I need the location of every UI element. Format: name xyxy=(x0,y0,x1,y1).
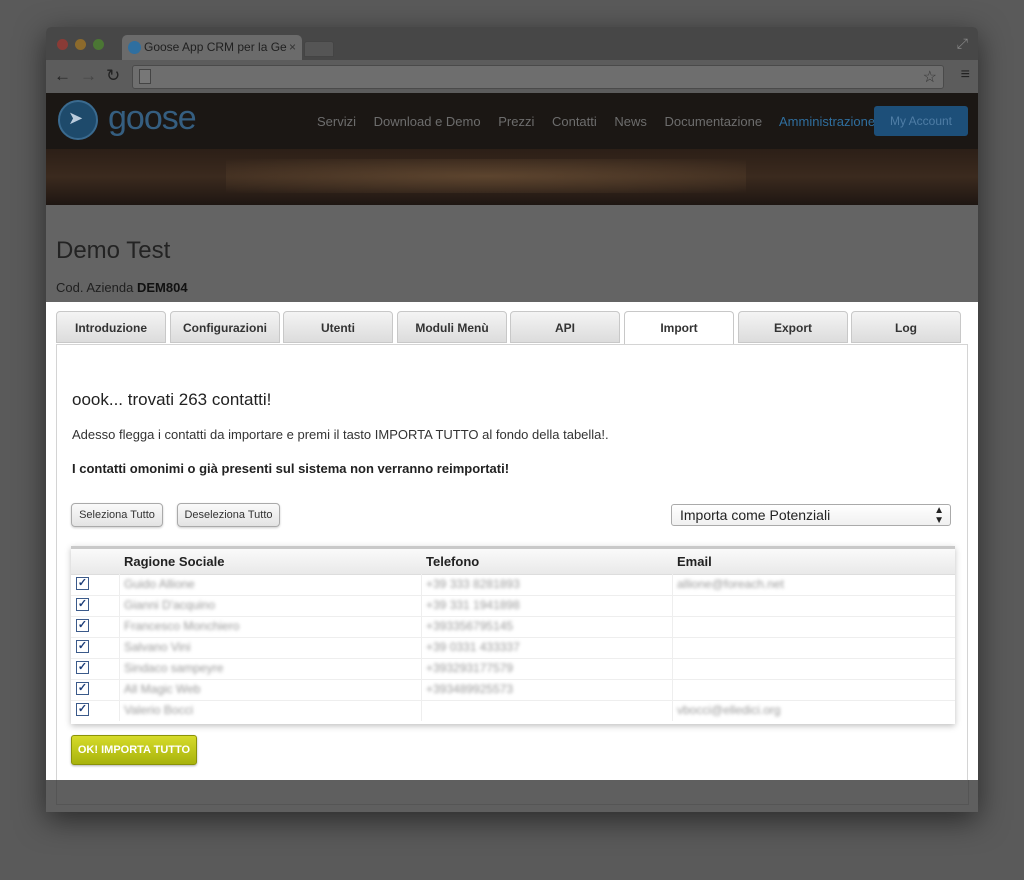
browser-titlebar: Goose App CRM per la Ge × ⤢ xyxy=(46,27,978,60)
reload-icon[interactable]: ↻ xyxy=(106,66,120,86)
tab-close-icon[interactable]: × xyxy=(289,35,296,60)
page-icon xyxy=(139,69,151,84)
tab-utenti[interactable]: Utenti xyxy=(283,311,393,343)
row-checkbox[interactable]: ✓ xyxy=(76,577,89,590)
row-checkbox[interactable]: ✓ xyxy=(76,619,89,632)
cell-phone: +39 331 1941898 xyxy=(426,598,520,612)
cell-name: Guido Allione xyxy=(124,577,195,591)
site-logo-text[interactable]: goose xyxy=(108,99,197,138)
bookmark-star-icon[interactable]: ☆ xyxy=(923,67,937,87)
tab-import[interactable]: Import xyxy=(624,311,734,345)
cell-name: Francesco Monchiero xyxy=(124,619,240,633)
cell-name: Salvano Vini xyxy=(124,640,191,654)
import-as-selected: Importa come Potenziali xyxy=(680,507,831,523)
zoom-window-button[interactable] xyxy=(93,39,104,50)
table-row: ✓ Guido Allione +39 333 8281893 allione@… xyxy=(71,574,955,596)
table-row: ✓ Francesco Monchiero +393356795145 xyxy=(71,616,955,638)
nav-contatti[interactable]: Contatti xyxy=(552,114,597,129)
import-panel: oook... trovati 263 contatti! Adesso fle… xyxy=(56,344,968,780)
browser-toolbar: ← → ↻ ☆ ≡ xyxy=(46,60,978,94)
forward-icon[interactable]: → xyxy=(80,66,97,86)
cell-email: vbocci@elledici.org xyxy=(677,703,781,717)
company-code: Cod. Azienda DEM804 xyxy=(56,280,188,295)
nav-prezzi[interactable]: Prezzi xyxy=(498,114,534,129)
tab-log[interactable]: Log xyxy=(851,311,961,343)
company-code-label: Cod. Azienda xyxy=(56,280,134,295)
row-checkbox[interactable]: ✓ xyxy=(76,598,89,611)
nav-news[interactable]: News xyxy=(614,114,647,129)
hero-banner xyxy=(46,149,978,205)
goose-favicon-icon xyxy=(128,41,141,54)
import-all-button[interactable]: OK! IMPORTA TUTTO xyxy=(71,735,197,765)
header-email[interactable]: Email xyxy=(677,554,712,569)
row-checkbox[interactable]: ✓ xyxy=(76,703,89,716)
fullscreen-icon[interactable]: ⤢ xyxy=(957,35,968,52)
table-header: Ragione Sociale Telefono Email xyxy=(71,549,955,575)
browser-menu-icon[interactable]: ≡ xyxy=(961,66,970,84)
select-arrows-icon: ▲ ▼ xyxy=(934,505,944,526)
cell-email: allione@foreach.net xyxy=(677,577,784,591)
cell-name: Valerio Bocci xyxy=(124,703,194,717)
contacts-found-message: oook... trovati 263 contatti! xyxy=(72,390,272,409)
browser-tab[interactable]: Goose App CRM per la Ge × xyxy=(122,35,302,60)
nav-servizi[interactable]: Servizi xyxy=(317,114,356,129)
tab-configurazioni[interactable]: Configurazioni xyxy=(170,311,280,343)
cell-phone: +393293177579 xyxy=(426,661,514,675)
page-footer-area xyxy=(46,780,978,812)
browser-window: Goose App CRM per la Ge × ⤢ ← → ↻ ☆ ≡ ➤ … xyxy=(46,27,978,812)
back-icon[interactable]: ← xyxy=(54,66,71,86)
cell-name: Sindaco sampeyre xyxy=(124,661,224,675)
nav-amministrazione[interactable]: Amministrazione xyxy=(779,114,875,129)
table-row: ✓ Salvano Vini +39 0331 433337 xyxy=(71,637,955,659)
contacts-table: Ragione Sociale Telefono Email ✓ Guido A… xyxy=(71,546,955,724)
minimize-window-button[interactable] xyxy=(75,39,86,50)
header-telefono[interactable]: Telefono xyxy=(426,554,479,569)
new-tab-button[interactable] xyxy=(304,41,334,57)
tab-api[interactable]: API xyxy=(510,311,620,343)
row-checkbox[interactable]: ✓ xyxy=(76,661,89,674)
import-as-select[interactable]: Importa come Potenziali ▲ ▼ xyxy=(671,504,951,526)
admin-content: Introduzione Configurazioni Utenti Modul… xyxy=(46,302,978,780)
row-checkbox[interactable]: ✓ xyxy=(76,640,89,653)
deselect-all-button[interactable]: Deseleziona Tutto xyxy=(177,503,280,527)
admin-tabs: Introduzione Configurazioni Utenti Modul… xyxy=(56,311,968,345)
table-row: ✓ Valerio Bocci vbocci@elledici.org xyxy=(71,700,955,721)
cell-name: Gianni D'acquino xyxy=(124,598,216,612)
goose-logo-icon[interactable]: ➤ xyxy=(58,100,98,140)
select-all-button[interactable]: Seleziona Tutto xyxy=(71,503,163,527)
page-heading-area: Demo Test Cod. Azienda DEM804 xyxy=(46,205,978,302)
header-ragione-sociale[interactable]: Ragione Sociale xyxy=(124,554,224,569)
company-code-value: DEM804 xyxy=(136,280,188,295)
import-instructions: Adesso flegga i contatti da importare e … xyxy=(72,427,609,442)
address-bar[interactable]: ☆ xyxy=(132,65,944,89)
tab-introduzione[interactable]: Introduzione xyxy=(56,311,166,343)
cell-phone: +39 0331 433337 xyxy=(426,640,520,654)
close-window-button[interactable] xyxy=(57,39,68,50)
cell-phone: +393489925573 xyxy=(426,682,514,696)
nav-download-demo[interactable]: Download e Demo xyxy=(374,114,481,129)
site-header: ➤ goose Servizi Download e Demo Prezzi C… xyxy=(46,93,978,149)
site-nav: Servizi Download e Demo Prezzi Contatti … xyxy=(317,114,889,129)
tab-moduli-menu[interactable]: Moduli Menù xyxy=(397,311,507,343)
browser-tab-title: Goose App CRM per la Ge xyxy=(144,40,287,54)
cell-phone: +393356795145 xyxy=(426,619,514,633)
nav-documentazione[interactable]: Documentazione xyxy=(665,114,763,129)
row-checkbox[interactable]: ✓ xyxy=(76,682,89,695)
duplicate-warning: I contatti omonimi o già presenti sul si… xyxy=(72,461,510,476)
cell-phone: +39 333 8281893 xyxy=(426,577,520,591)
page-title: Demo Test xyxy=(56,237,171,264)
table-row: ✓ All Magic Web +393489925573 xyxy=(71,679,955,701)
table-row: ✓ Gianni D'acquino +39 331 1941898 xyxy=(71,595,955,617)
tab-export[interactable]: Export xyxy=(738,311,848,343)
table-row: ✓ Sindaco sampeyre +393293177579 xyxy=(71,658,955,680)
my-account-button[interactable]: My Account xyxy=(874,106,968,136)
cell-name: All Magic Web xyxy=(124,682,201,696)
